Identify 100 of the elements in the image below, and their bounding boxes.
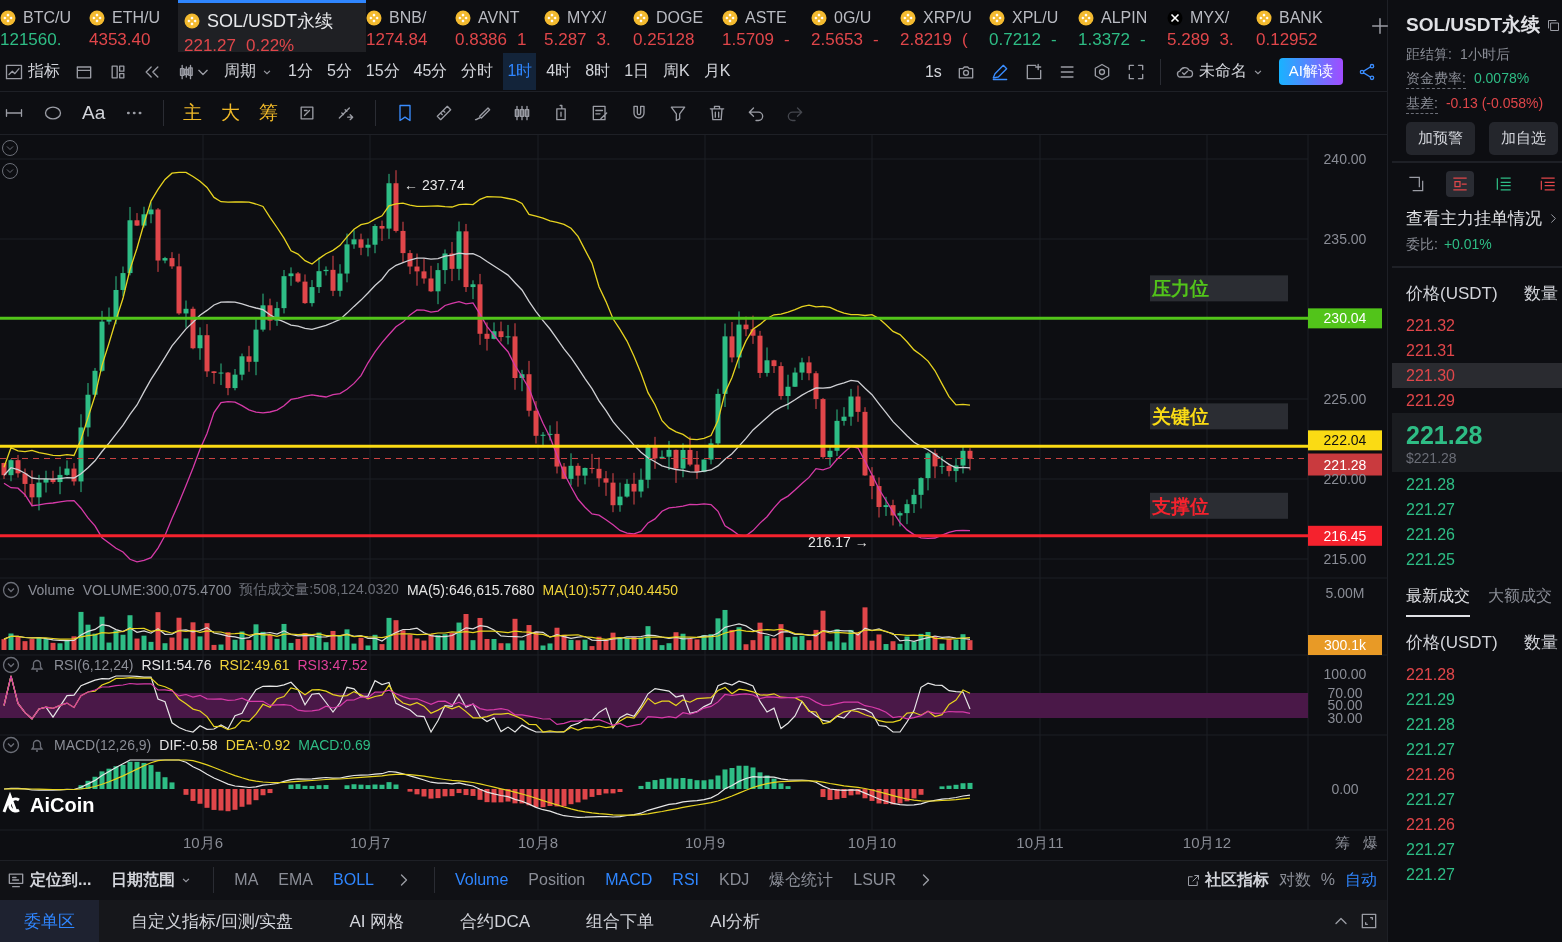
ticker-tab[interactable]: MYX/ 5.287 3. <box>544 0 633 52</box>
ratio-value: +0.01% <box>1443 236 1492 254</box>
indicator-toggle[interactable]: EMA <box>278 871 313 890</box>
action-button[interactable]: 加自选 <box>1489 122 1558 155</box>
interval-tab[interactable]: 分时 <box>457 53 498 91</box>
legend-text: RSI3:47.52 <box>297 656 368 673</box>
ticker-tab[interactable]: BNB/ 1274.84 <box>366 0 455 52</box>
interval-tab[interactable]: 1日 <box>620 53 654 91</box>
ticker-tab[interactable]: BANK 0.12952 <box>1256 0 1345 52</box>
price-tag: 222.04 <box>1308 430 1382 450</box>
interval-tab[interactable]: 15分 <box>361 53 404 91</box>
panel-tab[interactable]: AI分析 <box>686 900 785 942</box>
axis-toggle[interactable]: 筹 <box>1334 833 1350 851</box>
scale-option[interactable]: 对数 <box>1278 869 1311 891</box>
bid-price[interactable]: 221.28 <box>1392 472 1562 497</box>
interval-tab[interactable]: 周K <box>659 53 694 91</box>
stat-label: 距结算: <box>1406 46 1452 64</box>
last-price: 221.28 <box>1406 421 1484 450</box>
trade-price: 221.27 <box>1405 840 1456 860</box>
legend-text: MACD(12,26,9) <box>54 736 152 753</box>
bid-price[interactable]: 221.25 <box>1392 547 1562 572</box>
indicator-toggle[interactable]: Volume <box>454 871 509 890</box>
refresh-rate-button[interactable]: 1s <box>924 62 942 81</box>
depth-link[interactable]: 查看主力挂单情况 <box>1406 207 1542 230</box>
trade-price: 221.27 <box>1405 740 1456 760</box>
legend-text: VOLUME:300,075.4700 <box>82 581 232 598</box>
ticker-tab[interactable]: SOL/USDT永续 221.27 0.22% <box>178 0 366 52</box>
locate-button[interactable]: 定位到... <box>6 869 92 891</box>
interval-tab[interactable]: 5分 <box>322 53 356 91</box>
action-button[interactable]: 加预警 <box>1406 122 1475 155</box>
indicator-toggle[interactable]: BOLL <box>333 871 374 890</box>
overlay-button[interactable]: 主 <box>183 100 203 126</box>
axis-toggle[interactable]: 爆 <box>1362 833 1378 851</box>
indicator-toggle[interactable]: KDJ <box>719 871 750 890</box>
interval-tab[interactable]: 1分 <box>284 53 317 91</box>
stat-value: 1小时后 <box>1459 46 1510 64</box>
axis-label: 70.00 <box>1327 684 1363 701</box>
date-label: 10月8 <box>518 833 558 851</box>
legend-text: DEA:-0.92 <box>225 736 291 753</box>
trade-price: 221.29 <box>1405 690 1456 710</box>
panel-tab[interactable]: 组合下单 <box>562 900 679 942</box>
stat-value: 0.0078% <box>1473 70 1530 88</box>
panel-tab[interactable]: AI 网格 <box>325 900 429 942</box>
layout-name-dropdown[interactable]: 未命名 <box>1174 61 1265 83</box>
ask-price[interactable]: 221.32 <box>1392 313 1562 338</box>
trade-price: 221.26 <box>1405 765 1456 785</box>
ticker-tab[interactable]: ALPIN 1.3372 - <box>1078 0 1167 52</box>
ticker-tab[interactable]: XPL/U 0.7212 - <box>989 0 1078 52</box>
ticker-tab[interactable]: 0G/U 2.5653 - <box>811 0 900 52</box>
period-dropdown[interactable]: 周期 <box>224 61 274 83</box>
ratio-label: 委比: <box>1406 236 1438 254</box>
indicator-toggle[interactable]: 爆仓统计 <box>769 869 834 891</box>
level-label: 支撑位 <box>1152 495 1209 517</box>
axis-label: 235.00 <box>1323 230 1367 247</box>
panel-tab[interactable]: 委单区 <box>0 900 99 942</box>
overlay-button[interactable]: 筹 <box>259 100 279 126</box>
price-tag: 216.45 <box>1308 525 1382 546</box>
indicators-button[interactable]: 指标 <box>4 61 60 83</box>
date-range-dropdown[interactable]: 日期范围 <box>111 869 194 891</box>
panel-tab[interactable]: 合约DCA <box>436 900 555 942</box>
ticker-tab[interactable]: XRP/U 2.8219 ( <box>900 0 989 52</box>
indicator-toggle[interactable]: RSI <box>672 871 699 890</box>
ticker-tab[interactable]: DOGE 0.25128 <box>633 0 722 52</box>
overlay-button[interactable]: 大 <box>221 100 241 126</box>
interval-tab[interactable]: 4时 <box>542 53 576 91</box>
axis-label: 0.00 <box>1331 780 1359 797</box>
interval-tab[interactable]: 45分 <box>409 53 452 91</box>
trade-price: 221.28 <box>1405 715 1456 735</box>
bid-price[interactable]: 221.27 <box>1392 497 1562 522</box>
indicator-toggle[interactable]: MA <box>234 871 259 890</box>
indicator-toggle[interactable]: MACD <box>605 871 653 890</box>
text-tool-button[interactable]: Aa <box>82 102 106 124</box>
ask-price[interactable]: 221.29 <box>1392 388 1562 413</box>
ticker-tab[interactable]: ETH/U 4353.40 <box>89 0 178 52</box>
column-header: 价格(USDT) <box>1406 283 1498 305</box>
interval-tab[interactable]: 8时 <box>581 53 615 91</box>
date-label: 10月10 <box>847 833 897 851</box>
indicator-toggle[interactable]: LSUR <box>853 871 896 890</box>
trade-price: 221.26 <box>1405 815 1456 835</box>
community-indicators-button[interactable]: 社区指标 <box>1185 869 1269 891</box>
scale-option[interactable]: 自动 <box>1345 869 1377 891</box>
indicator-toggle[interactable]: Position <box>528 871 586 890</box>
interval-tab[interactable]: 月K <box>699 53 735 91</box>
interval-tab[interactable]: 1时 <box>503 53 537 91</box>
scale-option[interactable]: % <box>1320 871 1335 890</box>
high-price-marker: ← 237.74 <box>404 176 465 193</box>
legend-text: MACD:0.69 <box>298 736 371 753</box>
ticker-tab[interactable]: MYX/ 5.289 3. <box>1167 0 1256 52</box>
level-label: 压力位 <box>1152 278 1209 299</box>
legend-text: MA(10):577,040.4450 <box>542 581 678 598</box>
panel-tab[interactable]: 自定义指标/回测/实盘 <box>107 900 318 942</box>
bid-price[interactable]: 221.26 <box>1392 522 1562 547</box>
ticker-tab[interactable]: AVNT 0.8386 1 <box>455 0 544 52</box>
ticker-tab[interactable]: ASTE 1.5709 - <box>722 0 811 52</box>
ticker-tab[interactable]: BTC/U 121560. <box>0 0 89 52</box>
trades-tab[interactable]: 最新成交 <box>1406 586 1470 617</box>
ask-price[interactable]: 221.31 <box>1392 338 1562 363</box>
legend-text: MA(5):646,615.7680 <box>406 581 535 598</box>
legend-text: RSI1:54.76 <box>141 656 212 673</box>
trades-tab[interactable]: 大额成交 <box>1488 586 1552 617</box>
